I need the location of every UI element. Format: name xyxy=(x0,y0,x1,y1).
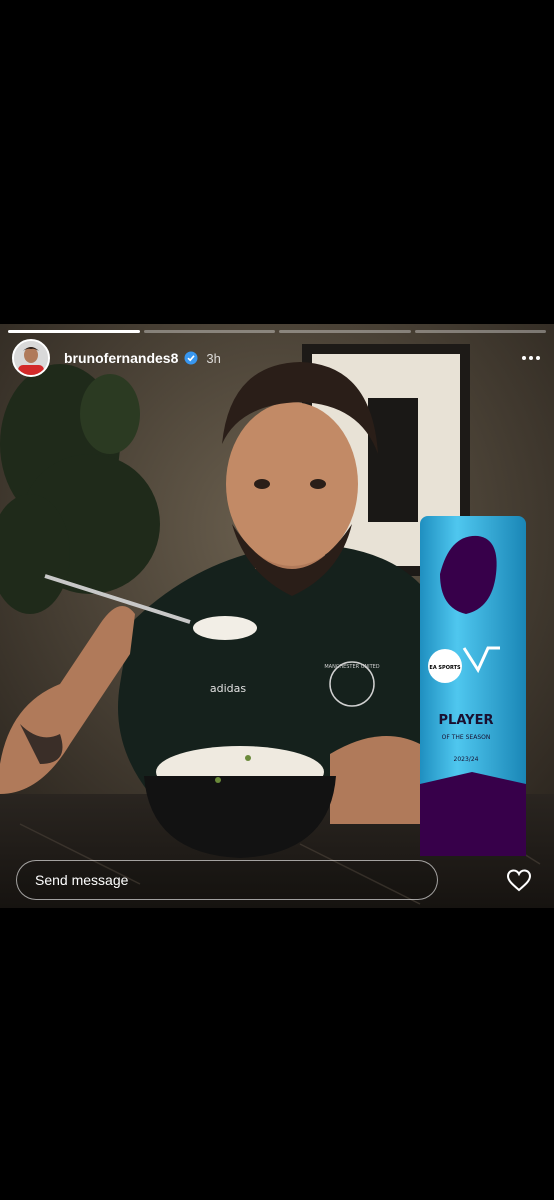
story-progress-segment xyxy=(8,330,140,333)
story-photo: adidas MANCHESTER UNITED EA SPORTS PLAYE… xyxy=(0,324,554,908)
tube-title: PLAYER xyxy=(439,713,494,728)
person-head xyxy=(226,402,358,566)
tube-subtitle: OF THE SEASON xyxy=(442,734,491,741)
award-tube: EA SPORTS PLAYER OF THE SEASON 2023/24 xyxy=(420,516,526,856)
reply-input[interactable]: Send message xyxy=(16,860,438,900)
tube-sponsor: EA SPORTS xyxy=(429,665,461,671)
story-progress xyxy=(8,330,546,333)
shirt-brand: adidas xyxy=(210,682,247,695)
story-progress-segment xyxy=(414,330,546,333)
more-options-icon[interactable] xyxy=(520,350,542,366)
username[interactable]: brunofernandes8 xyxy=(64,350,178,366)
plant xyxy=(0,364,160,614)
story-progress-segment xyxy=(279,330,411,333)
verified-badge-icon xyxy=(184,351,198,365)
reply-placeholder: Send message xyxy=(35,872,129,888)
tube-season: 2023/24 xyxy=(454,756,479,763)
story-viewer[interactable]: adidas MANCHESTER UNITED EA SPORTS PLAYE… xyxy=(0,324,554,908)
story-header: brunofernandes8 3h xyxy=(12,338,542,378)
story-progress-segment xyxy=(143,330,275,333)
shirt-badge-text: MANCHESTER UNITED xyxy=(324,664,379,670)
post-time: 3h xyxy=(206,350,221,366)
avatar[interactable] xyxy=(12,339,50,377)
heart-icon[interactable] xyxy=(506,868,532,892)
story-progress-fill xyxy=(8,330,140,333)
